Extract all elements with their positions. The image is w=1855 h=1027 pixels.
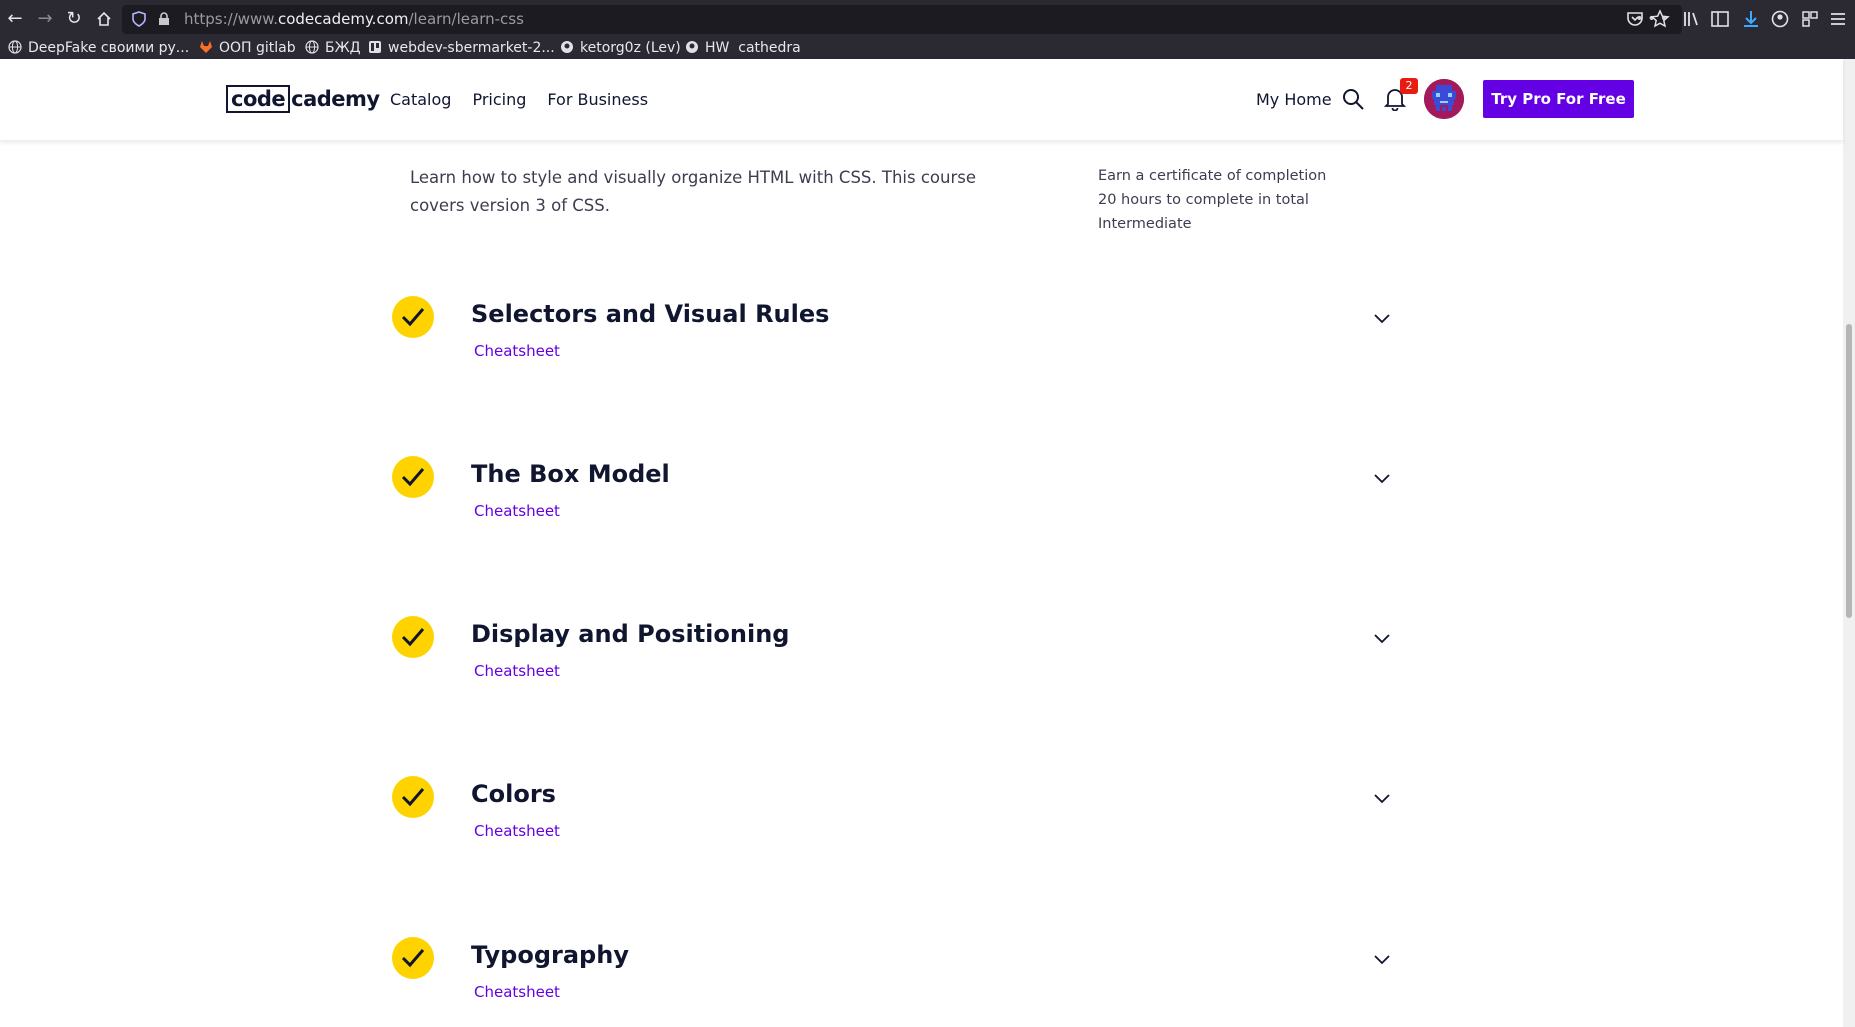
- navigation-row: ← → ↻ https://www.codecademy.com/learn/l…: [0, 0, 1855, 38]
- bookmark-label: БЖД: [325, 40, 361, 56]
- extensions-icon[interactable]: [1800, 9, 1820, 29]
- course-facts: Earn a certificate of completion 20 hour…: [1098, 164, 1358, 236]
- pocket-icon[interactable]: [1625, 9, 1645, 29]
- module-item: The Box Model Cheatsheet: [392, 456, 1402, 536]
- url-prefix: https://www.: [184, 10, 278, 28]
- lock-icon[interactable]: [158, 12, 170, 26]
- trello-icon: [369, 41, 381, 53]
- logo-boxed-text: code: [226, 85, 291, 113]
- logo-text: cademy: [291, 87, 380, 111]
- completed-check-icon: [392, 776, 434, 818]
- gitlab-icon: [200, 41, 212, 53]
- site-header: code cademy Catalog Pricing For Business …: [0, 59, 1843, 141]
- module-title[interactable]: Selectors and Visual Rules: [471, 300, 829, 328]
- github-icon: [561, 41, 573, 53]
- back-icon[interactable]: ←: [2, 6, 28, 32]
- completed-check-icon: [392, 937, 434, 979]
- course-fact: Earn a certificate of completion: [1098, 168, 1327, 184]
- cheatsheet-link[interactable]: Cheatsheet: [474, 662, 560, 680]
- cheatsheet-link[interactable]: Cheatsheet: [474, 822, 560, 840]
- download-icon[interactable]: [1741, 9, 1761, 29]
- chevron-down-icon[interactable]: [1372, 788, 1392, 808]
- bookmark-label: ООП gitlab: [219, 40, 296, 56]
- url-path: /learn/learn-css: [408, 10, 524, 28]
- chevron-down-icon[interactable]: [1372, 628, 1392, 648]
- chevron-down-icon[interactable]: [1372, 949, 1392, 969]
- bookmark-star-icon[interactable]: [1650, 9, 1670, 29]
- bookmark-label: ketorg0z (Lev): [580, 40, 681, 56]
- bookmark-item[interactable]: БЖД: [305, 38, 361, 59]
- bookmark-label: webdev-sbermarket-2...: [388, 40, 555, 56]
- bookmark-item[interactable]: HW cathedra: [685, 38, 801, 59]
- codecademy-logo[interactable]: code cademy: [226, 83, 380, 115]
- avatar[interactable]: [1424, 79, 1464, 119]
- completed-check-icon: [392, 616, 434, 658]
- forward-icon[interactable]: →: [32, 6, 58, 32]
- completed-check-icon: [392, 296, 434, 338]
- bookmark-item[interactable]: webdev-sbermarket-2...: [368, 38, 555, 59]
- url-bar[interactable]: https://www.codecademy.com/learn/learn-c…: [122, 5, 1682, 34]
- url-host: codecademy.com: [277, 10, 409, 28]
- account-icon[interactable]: [1770, 9, 1790, 29]
- browser-toolbar: ← → ↻ https://www.codecademy.com/learn/l…: [0, 0, 1855, 59]
- module-title[interactable]: Typography: [471, 941, 629, 969]
- module-item: Colors Cheatsheet: [392, 776, 1402, 856]
- search-icon[interactable]: [1341, 87, 1365, 111]
- bookmark-item[interactable]: DeepFake своими ру...: [8, 38, 189, 59]
- nav-pricing[interactable]: Pricing: [472, 90, 526, 109]
- module-item: Display and Positioning Cheatsheet: [392, 616, 1402, 696]
- github-icon: [686, 41, 698, 53]
- chevron-down-icon[interactable]: [1372, 468, 1392, 488]
- cheatsheet-link[interactable]: Cheatsheet: [474, 342, 560, 360]
- bookmark-label: HW cathedra: [705, 40, 801, 56]
- menu-icon[interactable]: [1828, 9, 1848, 29]
- module-title[interactable]: Colors: [471, 780, 556, 808]
- try-pro-button[interactable]: Try Pro For Free: [1483, 80, 1634, 118]
- cheatsheet-link[interactable]: Cheatsheet: [474, 502, 560, 520]
- bookmark-item[interactable]: ketorg0z (Lev): [560, 38, 681, 59]
- nav-for-business[interactable]: For Business: [547, 90, 648, 109]
- chevron-down-icon[interactable]: [1372, 308, 1392, 328]
- module-title[interactable]: Display and Positioning: [471, 620, 789, 648]
- nav-catalog[interactable]: Catalog: [390, 90, 451, 109]
- main-nav: Catalog Pricing For Business: [390, 59, 648, 140]
- avatar-pixel-icon: [1424, 79, 1464, 119]
- course-fact: Intermediate: [1098, 216, 1192, 232]
- sidebar-icon[interactable]: [1710, 9, 1730, 29]
- bookmarks-bar: DeepFake своими ру... ООП gitlab БЖД web…: [0, 38, 1855, 59]
- library-icon[interactable]: [1682, 9, 1702, 29]
- globe-icon: [8, 40, 22, 54]
- user-nav: My Home: [1256, 59, 1332, 140]
- cheatsheet-link[interactable]: Cheatsheet: [474, 983, 560, 1001]
- scrollbar-thumb[interactable]: [1846, 324, 1852, 618]
- module-item: Selectors and Visual Rules Cheatsheet: [392, 296, 1402, 376]
- url-text[interactable]: https://www.codecademy.com/learn/learn-c…: [184, 5, 524, 34]
- tracking-shield-icon[interactable]: [132, 11, 146, 27]
- my-home-link[interactable]: My Home: [1256, 90, 1332, 109]
- home-icon[interactable]: [91, 6, 117, 32]
- module-item: Typography Cheatsheet: [392, 937, 1402, 1017]
- notification-count-badge: 2: [1400, 78, 1418, 94]
- bookmark-item[interactable]: ООП gitlab: [199, 38, 296, 59]
- completed-check-icon: [392, 456, 434, 498]
- module-title[interactable]: The Box Model: [471, 460, 670, 488]
- reload-icon[interactable]: ↻: [61, 6, 87, 32]
- course-description: Learn how to style and visually organize…: [410, 168, 977, 215]
- page-scrollbar[interactable]: [1843, 59, 1855, 1027]
- course-fact: 20 hours to complete in total: [1098, 192, 1309, 208]
- bookmark-label: DeepFake своими ру...: [28, 40, 190, 56]
- globe-icon: [305, 40, 319, 54]
